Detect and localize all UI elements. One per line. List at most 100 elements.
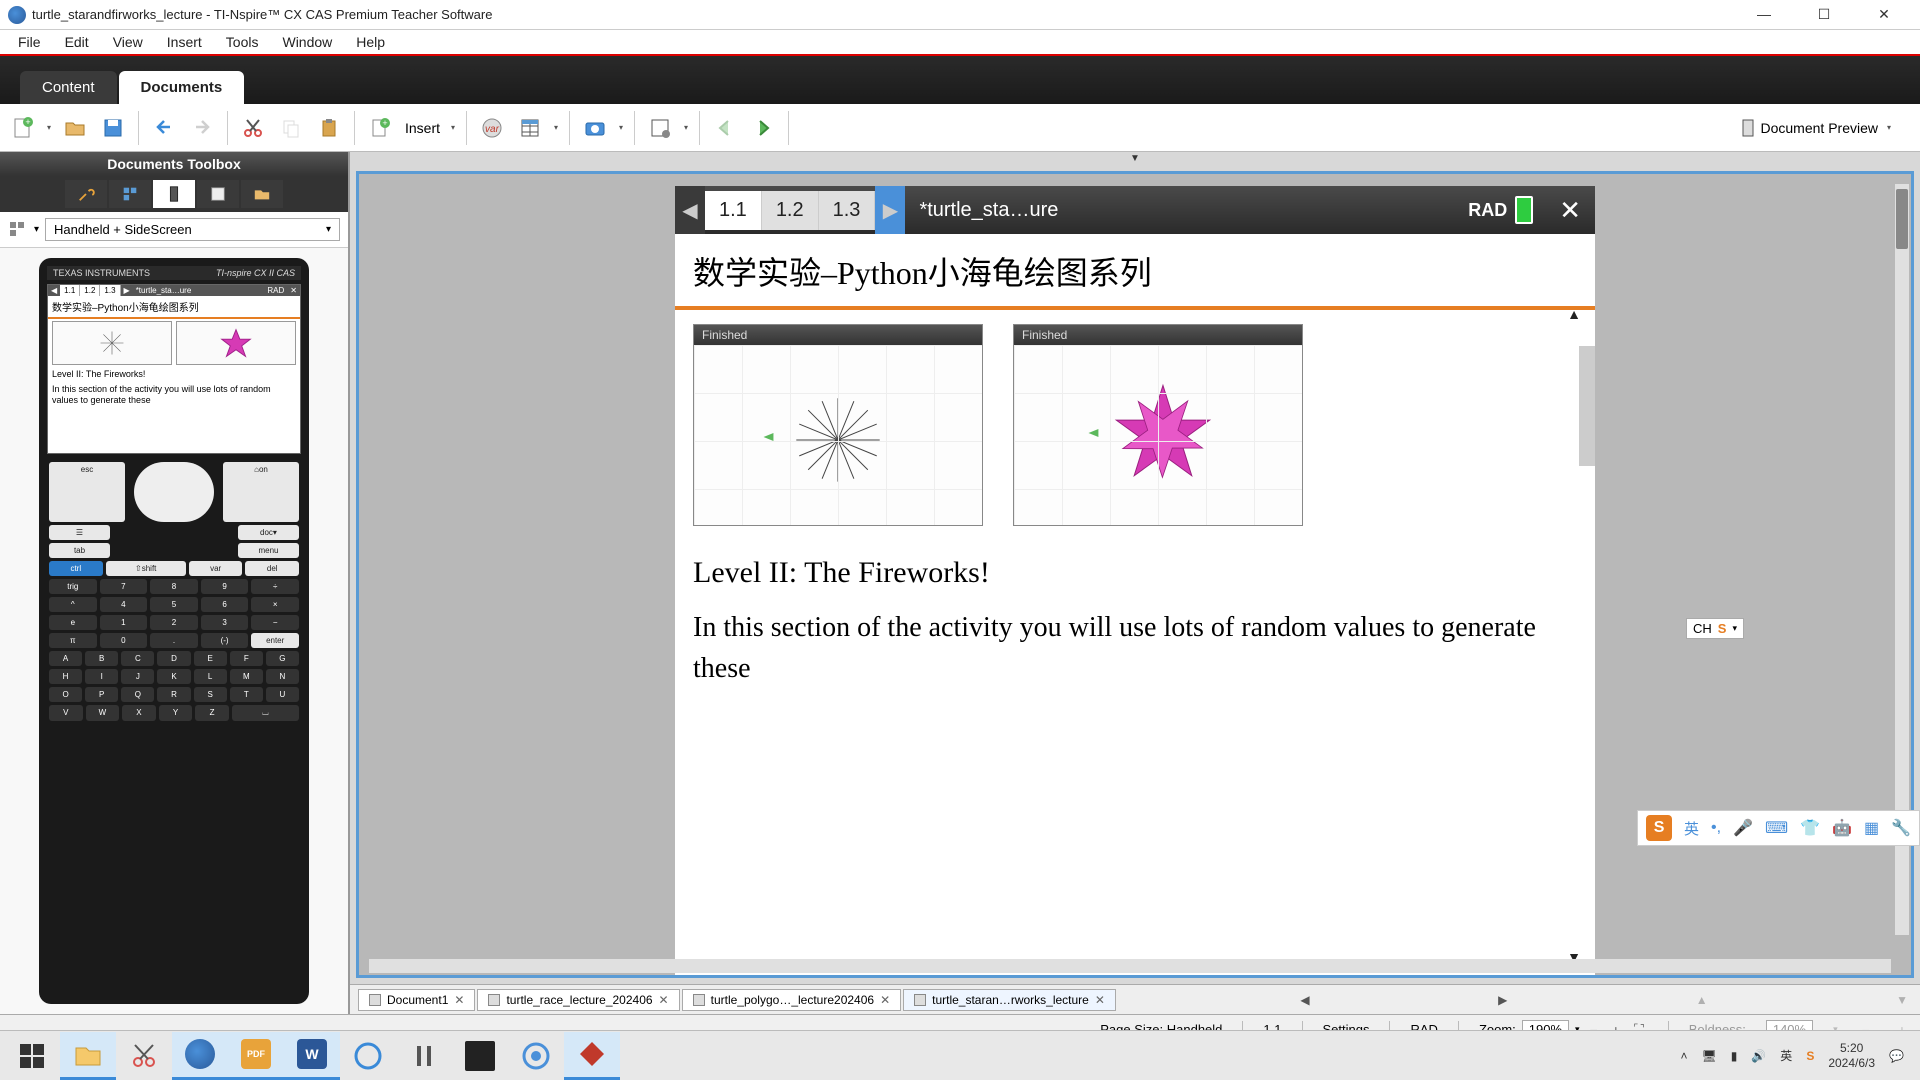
content-scrollbar[interactable] [1579, 346, 1595, 466]
menu-edit[interactable]: Edit [55, 31, 99, 53]
ime-tool-icon[interactable]: 🔧 [1891, 818, 1911, 838]
tray-ime-icon[interactable]: 英 [1780, 1047, 1792, 1064]
taskbar-snip-icon[interactable] [116, 1032, 172, 1080]
page-nav-prev-icon[interactable]: ◀ [675, 186, 705, 234]
tab-content[interactable]: Content [20, 71, 117, 104]
page-tab-1-1[interactable]: 1.1 [705, 191, 762, 230]
menu-insert[interactable]: Insert [157, 31, 212, 53]
variable-icon[interactable]: var [475, 111, 509, 145]
taskbar-word-icon[interactable]: W [284, 1032, 340, 1080]
menu-window[interactable]: Window [272, 31, 342, 53]
menu-help[interactable]: Help [346, 31, 395, 53]
toolbox-tab-sorter[interactable] [109, 180, 151, 208]
hh-dpad[interactable] [134, 462, 214, 522]
tray-notifications-icon[interactable]: 💬 [1889, 1049, 1904, 1063]
ime-skin-icon[interactable]: 👕 [1800, 818, 1820, 838]
ime-mic-icon[interactable]: 🎤 [1733, 818, 1753, 838]
preview-label[interactable]: Document Preview [1761, 120, 1879, 136]
doc-tab-close-0[interactable]: ✕ [454, 993, 464, 1007]
ime-robot-icon[interactable]: 🤖 [1832, 818, 1852, 838]
hh-key-tab[interactable]: tab [49, 543, 110, 558]
toolbox-tab-content[interactable] [241, 180, 283, 208]
hh-key-esc[interactable]: esc [49, 462, 125, 522]
toolbox-tab-handheld[interactable] [153, 180, 195, 208]
tray-chevron-icon[interactable]: ˄ [1680, 1049, 1687, 1063]
table-icon[interactable] [513, 111, 547, 145]
insert-page-icon[interactable]: + [363, 111, 397, 145]
cut-icon[interactable] [236, 111, 270, 145]
open-icon[interactable] [58, 111, 92, 145]
page-tab-1-3[interactable]: 1.3 [819, 191, 876, 230]
ime-ch-indicator[interactable]: CH S ▾ [1686, 618, 1744, 639]
ime-toolbar[interactable]: S 英 •, 🎤 ⌨ 👕 🤖 ▦ 🔧 [1637, 810, 1920, 846]
doc-tab-nav-up[interactable]: ▲ [1692, 993, 1712, 1007]
content-scroll-up-icon[interactable]: ▲ [1567, 306, 1581, 322]
maximize-button[interactable]: ☐ [1804, 6, 1844, 23]
view-mode-dropdown[interactable]: Handheld + SideScreen ▾ [45, 218, 340, 241]
doc-tab-nav-down[interactable]: ▼ [1892, 993, 1912, 1007]
view-grid-icon[interactable] [8, 220, 28, 240]
taskbar-explorer-icon[interactable] [60, 1032, 116, 1080]
new-doc-icon[interactable]: + [6, 111, 40, 145]
menu-tools[interactable]: Tools [216, 31, 269, 53]
minimize-button[interactable]: — [1744, 6, 1784, 23]
close-button[interactable]: ✕ [1864, 6, 1904, 23]
toolbox-tab-tools[interactable] [65, 180, 107, 208]
viewport-scrollbar-h[interactable] [369, 959, 1891, 973]
toolbox-tab-utilities[interactable] [197, 180, 239, 208]
page-nav-next-icon[interactable]: ▶ [875, 186, 905, 234]
undo-icon[interactable] [147, 111, 181, 145]
taskbar-nspire-icon[interactable] [172, 1032, 228, 1080]
tray-volume-icon[interactable]: 🔊 [1751, 1049, 1766, 1063]
nav-forward-icon[interactable] [746, 111, 780, 145]
start-button[interactable] [4, 1032, 60, 1080]
handheld-screen[interactable]: ◀ 1.1 1.2 1.3 ▶ *turtle_sta…ure RAD ✕ 数学… [47, 284, 301, 454]
taskbar-terminal-icon[interactable] [452, 1032, 508, 1080]
hh-key-del[interactable]: del [245, 561, 299, 576]
page-close-icon[interactable]: ✕ [1545, 195, 1595, 226]
ime-punct-icon[interactable]: •, [1711, 819, 1721, 837]
redo-icon[interactable] [185, 111, 219, 145]
table-dropdown[interactable]: ▾ [551, 123, 561, 132]
tray-sogou-icon[interactable]: S [1806, 1049, 1814, 1063]
doc-tab-2[interactable]: turtle_polygo…_lecture202406✕ [682, 989, 902, 1011]
taskbar-edge-icon[interactable] [340, 1032, 396, 1080]
insert-label[interactable]: Insert [405, 120, 440, 136]
doc-tab-0[interactable]: Document1✕ [358, 989, 475, 1011]
ime-keyboard-icon[interactable]: ⌨ [1765, 818, 1788, 838]
doc-tab-1[interactable]: turtle_race_lecture_202406✕ [477, 989, 679, 1011]
hh-key-doc[interactable]: doc▾ [238, 525, 299, 540]
tray-battery-icon[interactable]: ▮ [1731, 1049, 1738, 1063]
page-tab-1-2[interactable]: 1.2 [762, 191, 819, 230]
screenshot-dropdown[interactable]: ▾ [616, 123, 626, 132]
hh-key-scratch[interactable]: ☰ [49, 525, 110, 540]
hh-key-shift[interactable]: ⇧shift [106, 561, 186, 576]
insert-dropdown[interactable]: ▾ [448, 123, 458, 132]
hh-key-ctrl[interactable]: ctrl [49, 561, 103, 576]
nav-back-icon[interactable] [708, 111, 742, 145]
hh-key-menu[interactable]: menu [238, 543, 299, 558]
tray-monitor-icon[interactable]: 🖥 [1702, 1049, 1717, 1063]
hh-key-home[interactable]: ⌂on [223, 462, 299, 522]
save-icon[interactable] [96, 111, 130, 145]
collapse-toolbar-icon[interactable]: ▼ [350, 152, 1920, 165]
screenshot-icon[interactable] [578, 111, 612, 145]
tray-clock[interactable]: 5:20 2024/6/3 [1828, 1041, 1875, 1070]
paste-icon[interactable] [312, 111, 346, 145]
taskbar-tools-icon[interactable] [396, 1032, 452, 1080]
new-doc-dropdown[interactable]: ▾ [44, 123, 54, 132]
doc-tab-nav-next[interactable]: ▶ [1494, 993, 1511, 1007]
layout-dropdown[interactable]: ▾ [681, 123, 691, 132]
ime-grid-icon[interactable]: ▦ [1864, 818, 1879, 838]
copy-icon[interactable] [274, 111, 308, 145]
taskbar-sogou-icon[interactable] [508, 1032, 564, 1080]
doc-tab-close-3[interactable]: ✕ [1095, 993, 1105, 1007]
doc-tab-nav-prev[interactable]: ◀ [1296, 993, 1313, 1007]
layout-icon[interactable] [643, 111, 677, 145]
doc-tab-3[interactable]: turtle_staran…rworks_lecture✕ [903, 989, 1116, 1011]
menu-view[interactable]: View [103, 31, 153, 53]
taskbar-pdf-icon[interactable]: PDF [228, 1032, 284, 1080]
preview-dropdown[interactable]: ▾ [1884, 123, 1894, 132]
menu-file[interactable]: File [8, 31, 51, 53]
hh-key-var[interactable]: var [189, 561, 243, 576]
